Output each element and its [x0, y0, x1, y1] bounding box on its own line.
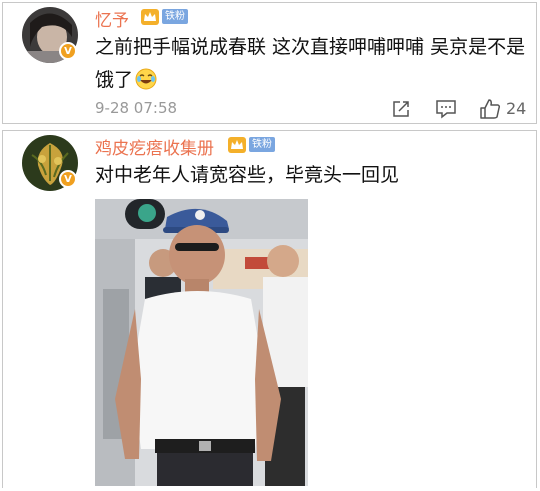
crown-icon	[228, 137, 246, 153]
crown-icon	[141, 9, 159, 25]
username[interactable]: 忆予	[95, 6, 129, 31]
comment-body: 之前把手幅说成春联 这次直接呷哺呷哺 吴京是不是饿了	[95, 36, 526, 91]
comment-icon[interactable]	[435, 99, 457, 119]
username[interactable]: 鸡皮疙瘩收集册	[95, 134, 214, 159]
comment-text: 对中老年人请宽容些，毕竟头一回见	[95, 164, 400, 186]
fan-badge: 铁粉	[162, 9, 188, 24]
like-icon[interactable]	[479, 98, 501, 120]
comment-card: V 鸡皮疙瘩收集册 铁粉 对中老年人请宽容些，毕竟头一回见	[2, 130, 537, 488]
comment-text: 之前把手幅说成春联 这次直接呷哺呷哺 吴京是不是饿了	[95, 31, 530, 97]
timestamp: 9-28 07:58	[95, 99, 178, 117]
like-count: 24	[506, 99, 527, 118]
attached-photo[interactable]	[95, 199, 308, 486]
laugh-cry-icon	[135, 68, 157, 90]
comment-card: V 忆予 铁粉 之前把手幅说成春联 这次直接呷哺呷哺 吴京是不是饿了 9-28 …	[2, 2, 537, 124]
fan-badge: 铁粉	[249, 137, 275, 152]
verified-badge-icon: V	[59, 170, 77, 188]
share-icon[interactable]	[391, 99, 411, 119]
verified-badge-icon: V	[59, 42, 77, 60]
